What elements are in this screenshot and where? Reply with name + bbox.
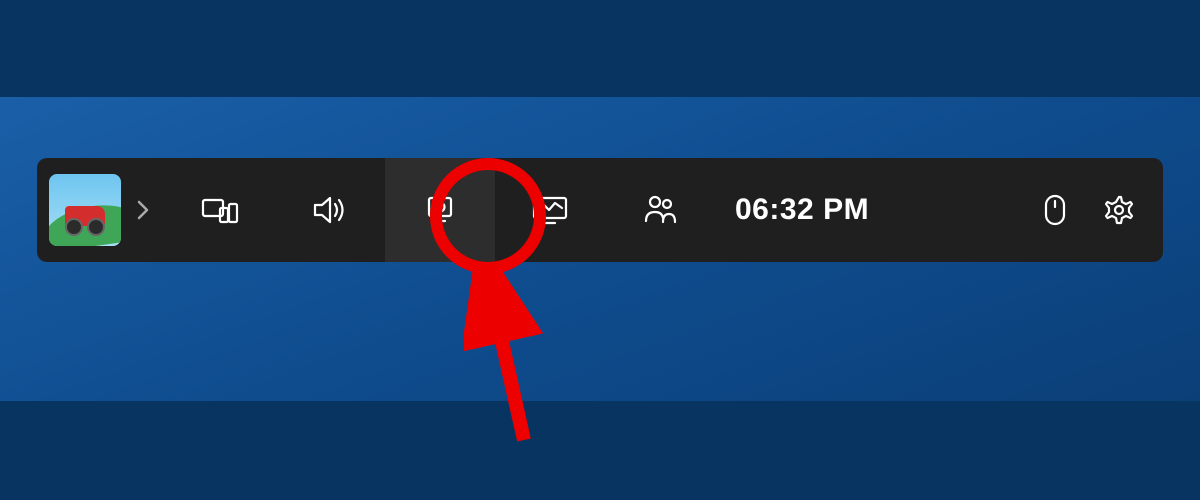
- right-button-group: [1023, 158, 1151, 262]
- performance-icon: [530, 193, 570, 227]
- widgets-button[interactable]: [165, 158, 275, 262]
- performance-button[interactable]: [495, 158, 605, 262]
- chevron-right-icon: [136, 199, 150, 221]
- audio-icon: [311, 193, 349, 227]
- app-thumbnail-car: [65, 206, 105, 226]
- settings-button[interactable]: [1087, 158, 1151, 262]
- widgets-icon: [200, 194, 240, 226]
- clock-time: 06:32 PM: [715, 193, 889, 227]
- audio-button[interactable]: [275, 158, 385, 262]
- game-bar-overlay: 06:32 PM: [37, 158, 1163, 262]
- capture-button[interactable]: [385, 158, 495, 262]
- xbox-social-button[interactable]: [605, 158, 715, 262]
- app-chevron-button[interactable]: [121, 174, 165, 246]
- mouse-icon: [1043, 193, 1067, 227]
- capture-icon: [423, 193, 457, 227]
- xbox-social-icon: [642, 193, 678, 227]
- settings-icon: [1103, 194, 1135, 226]
- active-app-thumbnail[interactable]: [49, 174, 121, 246]
- mouse-button[interactable]: [1023, 158, 1087, 262]
